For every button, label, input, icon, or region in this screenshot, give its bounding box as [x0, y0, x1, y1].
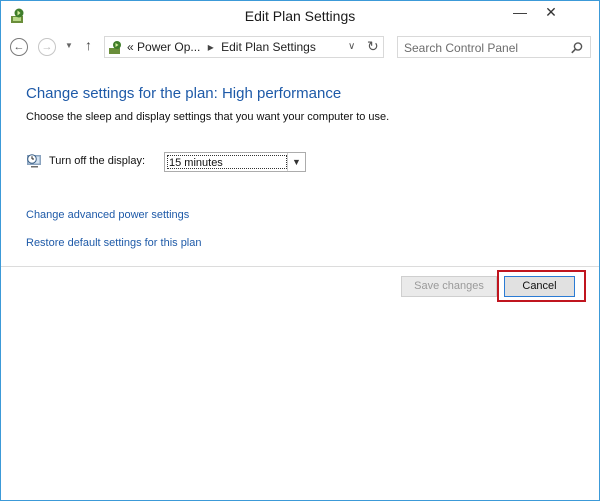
search-placeholder: Search Control Panel [404, 41, 519, 55]
display-clock-icon [27, 154, 41, 168]
edit-plan-settings-window: Edit Plan Settings — ✕ ← → ▼ ↑ « Power O… [0, 0, 600, 501]
breadcrumb: « Power Op... ▸ Edit Plan Settings [127, 40, 316, 54]
forward-button[interactable]: → [38, 38, 56, 56]
back-button[interactable]: ← [10, 38, 28, 56]
forward-icon: → [41, 41, 53, 53]
navigation-bar: ← → ▼ ↑ « Power Op... ▸ Edit Plan Settin… [1, 32, 599, 62]
display-timeout-label: Turn off the display: [49, 155, 145, 167]
breadcrumb-overflow[interactable]: « [127, 40, 134, 54]
breadcrumb-item-power-options[interactable]: Power Op... [137, 40, 200, 54]
control-panel-icon [109, 41, 121, 54]
display-timeout-select[interactable]: 15 minutes ▼ [164, 152, 306, 172]
page-title: Change settings for the plan: High perfo… [26, 85, 342, 102]
display-timeout-value: 15 minutes [167, 155, 287, 169]
change-advanced-power-settings-link[interactable]: Change advanced power settings [26, 209, 189, 221]
recent-dropdown-icon[interactable]: ▼ [65, 41, 73, 50]
close-button[interactable]: ✕ [528, 1, 574, 25]
restore-default-settings-link[interactable]: Restore default settings for this plan [26, 237, 201, 249]
chevron-down-icon[interactable]: ▼ [287, 153, 305, 171]
save-changes-button[interactable]: Save changes [401, 276, 497, 297]
refresh-icon[interactable]: ↻ [367, 38, 379, 55]
up-icon[interactable]: ↑ [85, 37, 92, 53]
breadcrumb-item-edit-plan[interactable]: Edit Plan Settings [221, 40, 316, 54]
footer-divider [1, 266, 599, 267]
page-subtitle: Choose the sleep and display settings th… [26, 111, 390, 123]
search-icon[interactable] [570, 41, 584, 55]
address-bar[interactable]: « Power Op... ▸ Edit Plan Settings ∨ ↻ [104, 36, 384, 58]
title-bar: Edit Plan Settings — ✕ [1, 1, 599, 32]
breadcrumb-separator[interactable]: ▸ [204, 40, 218, 54]
search-input[interactable]: Search Control Panel [397, 36, 591, 58]
address-dropdown-icon[interactable]: ∨ [348, 41, 355, 52]
cancel-button[interactable]: Cancel [504, 276, 575, 297]
back-icon: ← [13, 41, 25, 53]
